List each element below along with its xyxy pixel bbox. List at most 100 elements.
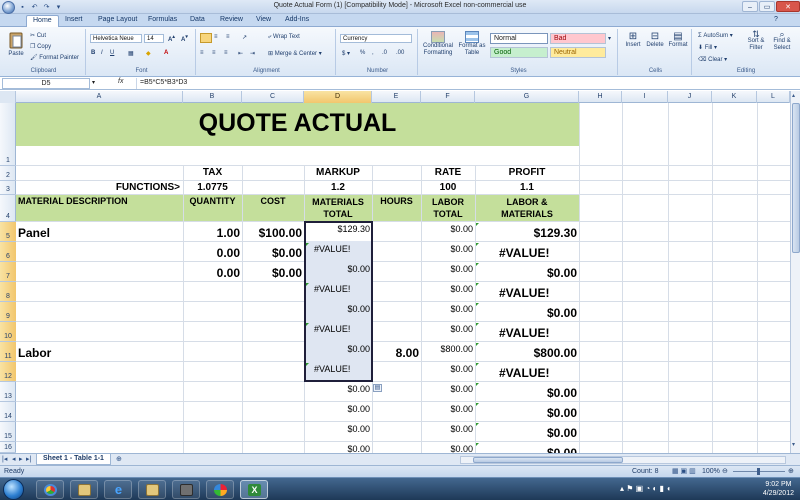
row-header-1[interactable]: 1 <box>0 103 16 166</box>
name-box-dropdown-icon[interactable]: ▾ <box>92 79 95 86</box>
find-select-button[interactable]: ⌕ Find & Select <box>770 30 794 52</box>
align-right-icon[interactable]: ≡ <box>224 50 228 56</box>
cell-f13[interactable]: $0.00 <box>421 384 473 394</box>
zoom-slider-thumb[interactable] <box>757 468 760 475</box>
column-header-d[interactable]: D <box>304 91 372 103</box>
cell-g8[interactable]: #VALUE! <box>499 286 577 300</box>
cell-d10[interactable]: #VALUE! <box>314 324 370 334</box>
help-icon[interactable]: ? <box>774 16 778 23</box>
cell-g14[interactable]: $0.00 <box>475 406 577 420</box>
insert-sheet-icon[interactable]: ⊕ <box>116 455 122 463</box>
cell-d7[interactable]: $0.00 <box>304 264 370 274</box>
row-header-12[interactable]: 12 <box>0 362 16 382</box>
align-middle-icon[interactable]: ≡ <box>214 34 218 40</box>
row-header-8[interactable]: 8 <box>0 282 16 302</box>
zoom-in-icon[interactable]: ⊕ <box>788 466 794 477</box>
cell-g15[interactable]: $0.00 <box>475 426 577 440</box>
align-top-icon[interactable] <box>200 33 212 43</box>
scroll-up-icon[interactable]: ▴ <box>792 92 795 99</box>
system-clock[interactable]: 9:02 PM 4/29/2012 <box>763 480 794 498</box>
font-color-icon[interactable]: A <box>164 50 168 56</box>
cell-g10[interactable]: #VALUE! <box>499 326 577 340</box>
cell-e11[interactable]: 8.00 <box>372 346 419 360</box>
bold-button[interactable]: B <box>91 50 95 56</box>
italic-button[interactable]: I <box>101 50 103 56</box>
comma-icon[interactable]: , <box>372 50 374 56</box>
cell-c5[interactable]: $100.00 <box>242 226 302 240</box>
column-header-g[interactable]: G <box>475 91 579 103</box>
increase-decimal-icon[interactable]: .0 <box>382 50 387 56</box>
cell-d8[interactable]: #VALUE! <box>314 284 370 294</box>
style-bad[interactable]: Bad <box>550 33 606 44</box>
row-header-15[interactable]: 15 <box>0 422 16 442</box>
cell-d16[interactable]: $0.00 <box>304 444 370 453</box>
cell-g6[interactable]: #VALUE! <box>499 246 577 260</box>
tab-insert[interactable]: Insert <box>65 16 83 23</box>
align-bottom-icon[interactable]: ≡ <box>226 34 230 40</box>
taskbar-excel[interactable]: X <box>240 480 268 499</box>
horizontal-scroll-thumb[interactable] <box>473 457 623 463</box>
cell-g13[interactable]: $0.00 <box>475 386 577 400</box>
underline-button[interactable]: U <box>110 50 114 56</box>
cell-b7[interactable]: 0.00 <box>183 266 240 280</box>
format-cells-button[interactable]: ▤ Format <box>666 31 690 48</box>
formula-input[interactable]: =B5*C5*B3*D3 <box>136 78 796 89</box>
currency-icon[interactable]: $ ▾ <box>342 50 350 57</box>
align-left-icon[interactable]: ≡ <box>200 50 204 56</box>
tab-add-ins[interactable]: Add-Ins <box>285 16 309 23</box>
cell-f11[interactable]: $800.00 <box>421 344 473 354</box>
cell-a5[interactable]: Panel <box>18 226 178 240</box>
worksheet-grid[interactable]: QUOTE ACTUAL TAX MARKUP RATE PROFIT FUNC… <box>16 103 790 453</box>
taskbar-picasa[interactable] <box>206 480 234 499</box>
column-header-k[interactable]: K <box>712 91 757 103</box>
column-header-e[interactable]: E <box>372 91 421 103</box>
column-header-l[interactable]: L <box>757 91 790 103</box>
row-header-9[interactable]: 9 <box>0 302 16 322</box>
cell-f5[interactable]: $0.00 <box>421 224 473 234</box>
tray-icons[interactable]: ▴ ⚑ ▣ ◔ ◐ ▮ ◖ <box>620 484 671 493</box>
merge-center-button[interactable]: ⊞ Merge & Center ▾ <box>268 50 322 57</box>
horizontal-scrollbar[interactable] <box>460 456 786 464</box>
column-header-c[interactable]: C <box>242 91 304 103</box>
tab-home[interactable]: Home <box>26 15 59 27</box>
cell-f9[interactable]: $0.00 <box>421 304 473 314</box>
taskbar-media[interactable] <box>138 480 166 499</box>
cell-f15[interactable]: $0.00 <box>421 424 473 434</box>
cell-b5[interactable]: 1.00 <box>183 226 240 240</box>
cell-f7[interactable]: $0.00 <box>421 264 473 274</box>
column-header-b[interactable]: B <box>183 91 242 103</box>
sheet-nav-first-icon[interactable]: |◂ <box>2 455 7 463</box>
cell-a11[interactable]: Labor <box>18 346 178 360</box>
taskbar-ie[interactable]: e <box>104 480 132 499</box>
scroll-down-icon[interactable]: ▾ <box>792 441 795 448</box>
font-name-select[interactable]: Helvetica Neue <box>90 34 142 43</box>
shrink-font-icon[interactable]: A▾ <box>181 34 188 43</box>
column-header-i[interactable]: I <box>622 91 668 103</box>
row-header-10[interactable]: 10 <box>0 322 16 342</box>
orientation-icon[interactable]: ↗ <box>242 34 247 41</box>
cut-button[interactable]: ✂ Cut <box>30 32 46 39</box>
taskbar-chrome[interactable] <box>36 480 64 499</box>
cell-d6[interactable]: #VALUE! <box>314 244 370 254</box>
paste-options-icon[interactable]: ▤ <box>373 384 382 392</box>
maximize-button[interactable]: ▭ <box>759 1 775 12</box>
delete-cells-button[interactable]: ⊟ Delete <box>644 31 666 48</box>
increase-indent-icon[interactable]: ⇥ <box>250 50 255 57</box>
cell-g5[interactable]: $129.30 <box>475 226 577 240</box>
tab-data[interactable]: Data <box>190 16 205 23</box>
clear-button[interactable]: ⌫ Clear ▾ <box>698 56 727 63</box>
cell-f14[interactable]: $0.00 <box>421 404 473 414</box>
taskbar-files[interactable] <box>70 480 98 499</box>
number-format-select[interactable]: Currency <box>340 34 412 43</box>
column-header-j[interactable]: J <box>668 91 712 103</box>
cell-c7[interactable]: $0.00 <box>242 266 302 280</box>
insert-function-icon[interactable]: fx <box>118 78 123 85</box>
grow-font-icon[interactable]: A▴ <box>168 34 175 43</box>
cell-f12[interactable]: $0.00 <box>421 364 473 374</box>
cell-d15[interactable]: $0.00 <box>304 424 370 434</box>
vertical-scrollbar[interactable]: ▴ ▾ <box>790 91 800 453</box>
cell-g9[interactable]: $0.00 <box>475 306 577 320</box>
cell-g16[interactable]: $0.00 <box>475 446 577 453</box>
cell-d13[interactable]: $0.00 <box>304 384 370 394</box>
tab-review[interactable]: Review <box>220 16 243 23</box>
